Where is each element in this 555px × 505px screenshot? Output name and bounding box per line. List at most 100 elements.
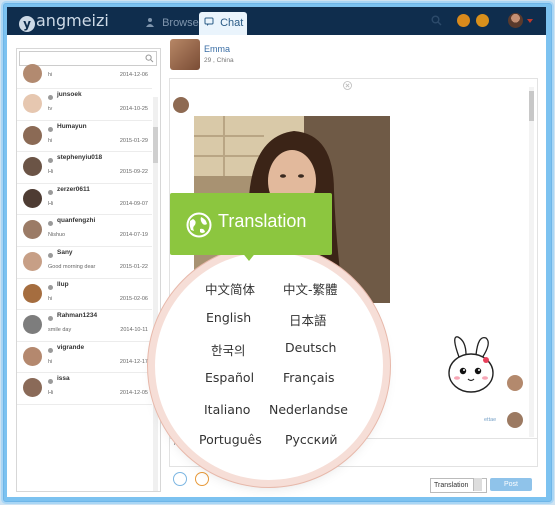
status-dot xyxy=(48,126,53,132)
contact-date: 2015-01-22 xyxy=(119,263,148,270)
bunny-sticker xyxy=(448,336,494,393)
app-logo[interactable]: y angmeizi xyxy=(19,11,109,32)
language-option[interactable]: 中文-繁體 xyxy=(283,279,338,298)
contact-name: Sany xyxy=(57,248,73,256)
avatar xyxy=(23,157,42,177)
sidebar-scrollbar[interactable] xyxy=(153,97,158,491)
contact-date: 2014-12-17 xyxy=(119,358,148,365)
language-option[interactable]: Русский xyxy=(285,432,337,447)
user-avatar[interactable] xyxy=(508,13,523,28)
tab-chat[interactable]: Chat xyxy=(199,12,247,35)
contact-name: Rahman1234 xyxy=(57,312,98,320)
contact-sidebar: hi 2014-12-06 junsoek tv 2014-10-25 Huma… xyxy=(16,48,161,492)
avatar xyxy=(23,251,42,271)
translation-title: Translation xyxy=(218,211,307,231)
list-item[interactable]: issa Hi 2014-12-05 xyxy=(17,373,152,405)
contact-message: Hi xyxy=(48,169,54,176)
badge-pointer xyxy=(241,251,257,261)
select-value: Translation xyxy=(434,482,469,489)
contact-message: hi xyxy=(48,137,53,144)
contact-date: 2015-09-22 xyxy=(119,169,148,176)
language-option[interactable]: 中文简体 xyxy=(205,279,255,298)
language-option[interactable]: Nederlandse xyxy=(269,402,348,417)
avatar xyxy=(23,220,42,240)
avatar xyxy=(23,125,42,145)
logo-mark: y xyxy=(19,16,35,32)
contact-date: 2015-02-06 xyxy=(119,295,148,302)
avatar xyxy=(23,283,42,303)
contact-message: Nishuo xyxy=(48,232,66,239)
contact-list: hi 2014-12-06 junsoek tv 2014-10-25 Huma… xyxy=(17,64,152,405)
contact-date: 2015-01-29 xyxy=(119,137,148,144)
contact-date: 2014-10-25 xyxy=(119,106,148,112)
language-option[interactable]: 한국의 xyxy=(211,340,246,359)
contact-message: hi xyxy=(48,72,53,78)
search-icon[interactable] xyxy=(145,54,154,63)
chevron-down-icon[interactable] xyxy=(473,478,482,491)
language-option[interactable]: Italiano xyxy=(204,402,250,417)
contact-message: tv xyxy=(48,106,53,112)
contact-name: junsoek xyxy=(57,91,82,98)
list-item[interactable]: junsoek tv 2014-10-25 xyxy=(17,89,152,121)
search-icon[interactable] xyxy=(431,15,442,26)
contact-name[interactable]: Emma xyxy=(204,44,230,54)
globe-icon[interactable] xyxy=(173,472,187,486)
smile-icon[interactable] xyxy=(195,472,209,486)
close-icon[interactable] xyxy=(343,81,352,90)
list-item[interactable]: llup hi 2015-02-06 xyxy=(17,279,152,311)
avatar xyxy=(23,64,42,83)
scrollbar-thumb[interactable] xyxy=(529,91,534,121)
status-dot xyxy=(48,221,53,227)
globe-icon xyxy=(186,212,212,238)
contact-info: 29 , China xyxy=(204,57,234,64)
message-icon[interactable] xyxy=(476,14,489,27)
list-item[interactable]: hi 2014-12-06 xyxy=(17,64,152,89)
status-dot xyxy=(48,158,53,164)
reply-hint: hi xyxy=(174,441,179,447)
top-bar: y angmeizi Browse Chat xyxy=(7,7,546,35)
language-option[interactable]: Deutsch xyxy=(285,340,336,355)
chat-icon xyxy=(204,17,214,26)
notification-icon[interactable] xyxy=(457,14,470,27)
contact-name: Humayun xyxy=(57,122,87,130)
list-item[interactable]: zerzer0611 Hi 2014-09-07 xyxy=(17,184,152,216)
avatar xyxy=(23,378,42,398)
contact-avatar[interactable] xyxy=(170,39,200,70)
contact-date: 2014-10-11 xyxy=(120,327,148,334)
language-option[interactable]: Français xyxy=(283,370,335,385)
translation-magnifier xyxy=(155,252,383,480)
contact-date: 2014-12-06 xyxy=(119,72,148,78)
language-option[interactable]: 日本語 xyxy=(289,310,327,329)
avatar xyxy=(23,94,42,113)
contact-message: smile day xyxy=(48,327,72,334)
language-option[interactable]: Español xyxy=(205,370,254,385)
status-dot xyxy=(48,252,53,258)
chevron-down-icon[interactable] xyxy=(527,19,533,23)
contact-name: zerzer0611 xyxy=(57,185,90,193)
contact-name: llup xyxy=(57,280,69,288)
contact-message: Hi xyxy=(48,200,54,207)
list-item[interactable]: quanfengzhi Nishuo 2014-07-19 xyxy=(17,215,152,247)
language-option[interactable]: English xyxy=(206,310,251,325)
app-window: y angmeizi Browse Chat hi 2014-12-06 jun… xyxy=(7,7,546,497)
list-item[interactable]: Humayun hi 2015-01-29 xyxy=(17,121,152,153)
tab-label: Browse xyxy=(162,17,199,29)
tab-label: Chat xyxy=(220,17,244,29)
status-dot xyxy=(48,284,53,290)
status-dot xyxy=(48,316,53,322)
list-item[interactable]: Rahman1234 smile day 2014-10-11 xyxy=(17,310,152,342)
post-button[interactable]: Post xyxy=(490,478,532,491)
browse-icon xyxy=(146,18,154,27)
tab-browse[interactable]: Browse xyxy=(141,12,199,35)
list-item[interactable]: Sany Good morning dear 2015-01-22 xyxy=(17,247,152,279)
contact-search-input[interactable] xyxy=(19,51,157,66)
language-option[interactable]: Português xyxy=(199,432,262,447)
contact-name: issa xyxy=(57,375,70,383)
chat-scrollbar[interactable] xyxy=(529,87,534,437)
list-item[interactable]: stephenyiu018 Hi 2015-09-22 xyxy=(17,152,152,184)
list-item[interactable]: vigrande hi 2014-12-17 xyxy=(17,342,152,374)
avatar xyxy=(23,188,42,208)
scrollbar-thumb[interactable] xyxy=(153,127,158,163)
avatar xyxy=(173,97,189,113)
contact-message: Hi xyxy=(48,390,54,397)
